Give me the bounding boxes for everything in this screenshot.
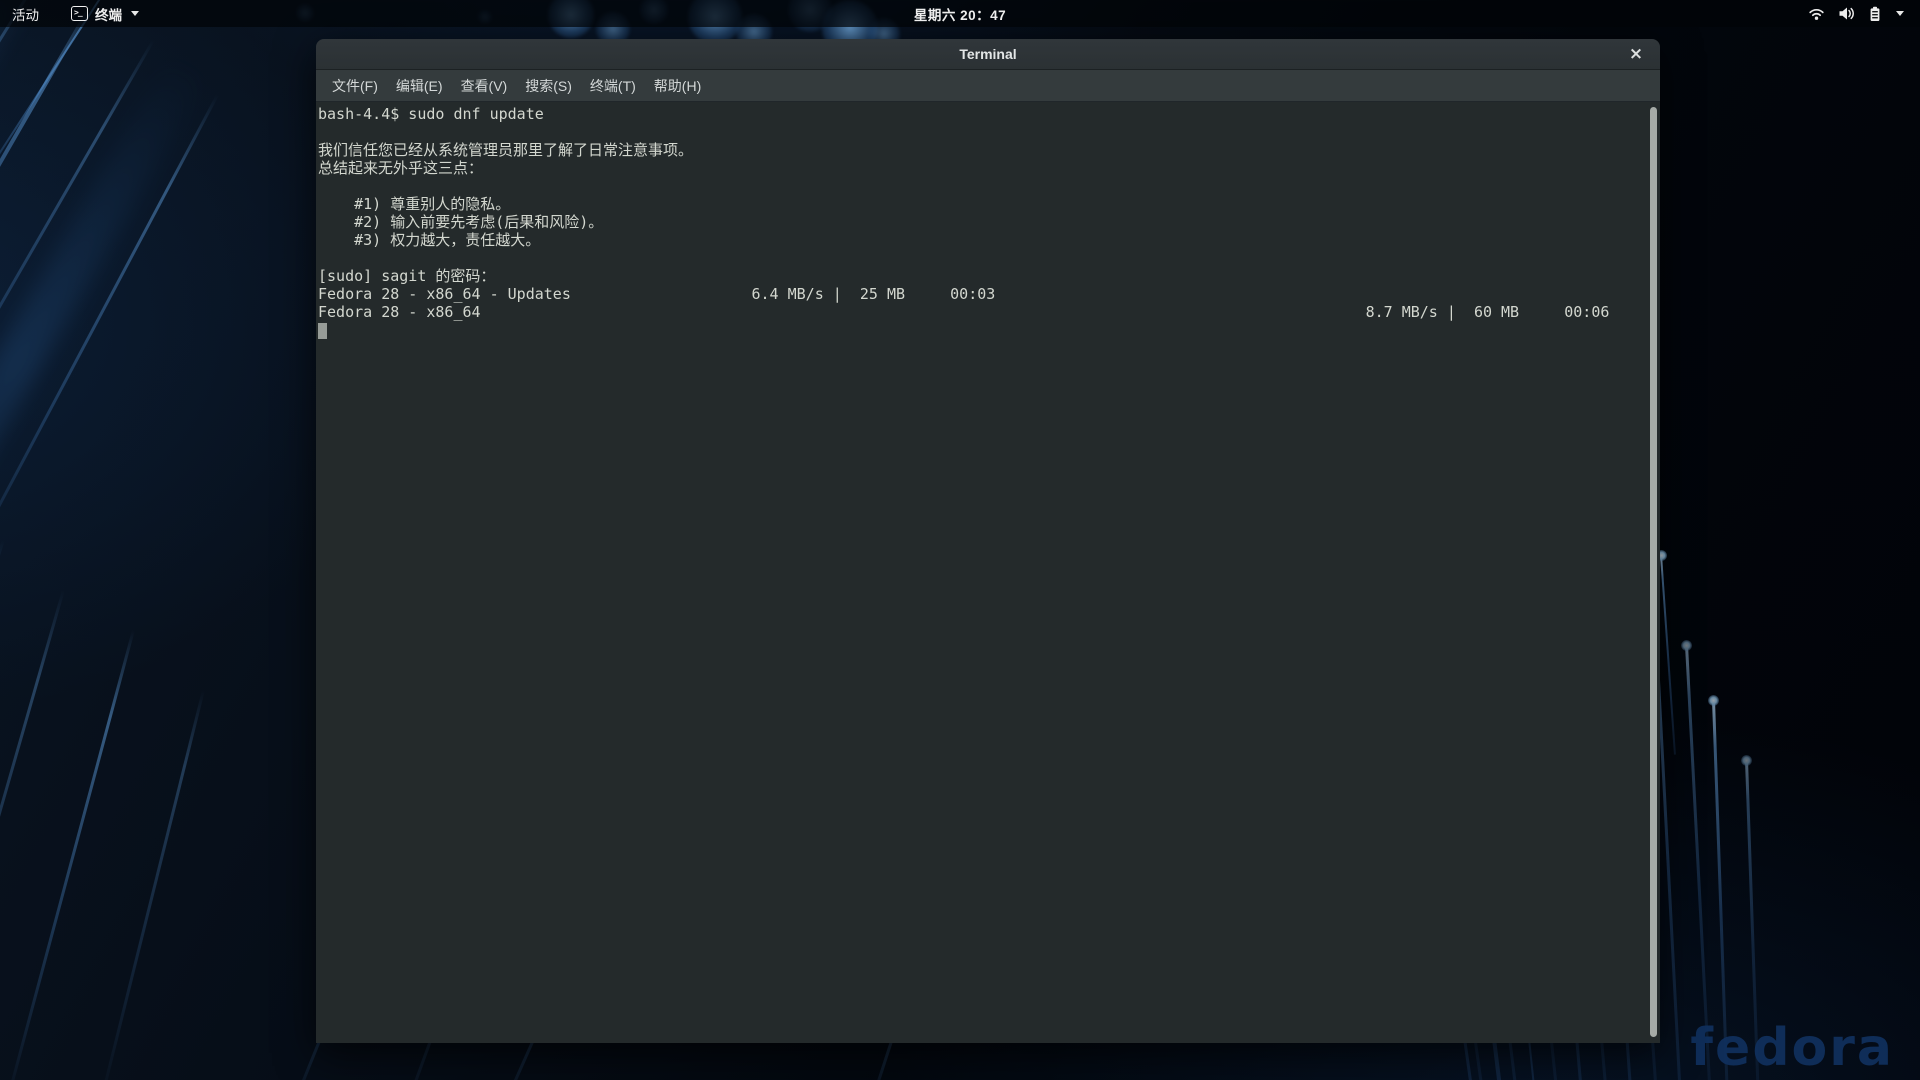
activities-button[interactable]: 活动 (0, 0, 51, 27)
chevron-down-icon (131, 11, 139, 16)
terminal-line: #3) 权力越大，责任越大。 (318, 231, 1658, 249)
app-menu-button[interactable]: >_ 终端 (59, 0, 151, 27)
fedora-watermark: fedora (1690, 1018, 1894, 1078)
wifi-icon (1808, 6, 1825, 21)
battery-icon (1869, 6, 1881, 22)
terminal-line: bash-4.4$ sudo dnf update (318, 105, 1658, 123)
terminal-line: [sudo] sagit 的密码： (318, 267, 1658, 285)
menu-item-edit[interactable]: 编辑(E) (387, 71, 452, 101)
terminal-cursor (318, 323, 327, 339)
menu-item-terminal[interactable]: 终端(T) (581, 71, 645, 101)
menu-item-view[interactable]: 查看(V) (452, 71, 517, 101)
chevron-down-icon (1896, 11, 1904, 16)
terminal-line (318, 321, 1658, 339)
menu-item-help[interactable]: 帮助(H) (645, 71, 710, 101)
terminal-line: 总结起来无外乎这三点： (318, 159, 1658, 177)
terminal-app-icon: >_ (71, 6, 88, 21)
terminal-line: Fedora 28 - x86_64 8.7 MB/s | 60 MB 00:0… (318, 303, 1658, 321)
terminal-window: Terminal × 文件(F) 编辑(E) 查看(V) 搜索(S) 终端(T)… (316, 39, 1660, 1043)
menubar: 文件(F) 编辑(E) 查看(V) 搜索(S) 终端(T) 帮助(H) (316, 70, 1660, 102)
close-button[interactable]: × (1625, 43, 1647, 65)
terminal-line: Fedora 28 - x86_64 - Updates 6.4 MB/s | … (318, 285, 1658, 303)
window-title: Terminal (959, 46, 1016, 62)
terminal-line: #2) 输入前要先考虑(后果和风险)。 (318, 213, 1658, 231)
terminal-scrollbar[interactable] (1650, 107, 1657, 1037)
activities-label: 活动 (12, 4, 39, 24)
terminal-body[interactable]: bash-4.4$ sudo dnf update 我们信任您已经从系统管理员那… (316, 102, 1660, 1043)
window-titlebar[interactable]: Terminal × (316, 39, 1660, 70)
volume-icon (1838, 6, 1856, 21)
terminal-line: #1) 尊重别人的隐私。 (318, 195, 1658, 213)
terminal-line (318, 249, 1658, 267)
terminal-line (318, 177, 1658, 195)
menu-item-search[interactable]: 搜索(S) (516, 71, 581, 101)
terminal-line (318, 123, 1658, 141)
clock-label: 星期六 20：47 (914, 4, 1006, 24)
clock-button[interactable]: 星期六 20：47 (904, 0, 1016, 27)
app-menu-label: 终端 (95, 4, 122, 24)
menu-item-file[interactable]: 文件(F) (323, 71, 387, 101)
terminal-line: 我们信任您已经从系统管理员那里了解了日常注意事项。 (318, 141, 1658, 159)
system-status-area[interactable] (1792, 0, 1920, 27)
top-bar: 活动 >_ 终端 星期六 20：47 (0, 0, 1920, 27)
close-icon: × (1629, 44, 1643, 64)
